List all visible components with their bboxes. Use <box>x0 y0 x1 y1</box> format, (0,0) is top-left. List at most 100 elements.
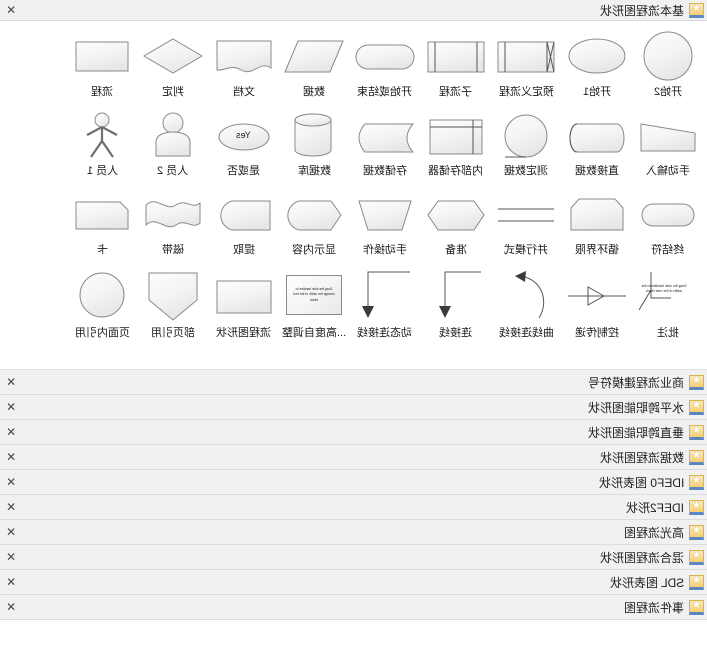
off-page-reference-shape[interactable] <box>140 264 206 326</box>
shape-item-extract[interactable]: 提取 <box>208 185 279 264</box>
shape-item-decision[interactable]: 判定 <box>138 27 209 106</box>
shape-item-preparation[interactable]: 准备 <box>420 185 491 264</box>
close-icon[interactable]: ✕ <box>6 374 16 390</box>
shape-item-auto-height-box[interactable]: Drag the side handles to change the widt… <box>279 264 350 347</box>
shape-item-terminator-rounded[interactable]: 终结符 <box>632 185 703 264</box>
close-icon[interactable]: ✕ <box>6 474 16 490</box>
manual-input-shape[interactable] <box>635 106 701 164</box>
stencil-list-item-idef0[interactable]: IDEF0 图表形状 ✕ <box>0 470 707 495</box>
process-rectangle-shape[interactable] <box>69 27 135 85</box>
on-page-reference-shape[interactable] <box>69 264 135 326</box>
shape-item-person2[interactable]: 人员 2 <box>138 106 209 185</box>
close-icon[interactable]: ✕ <box>6 2 16 18</box>
shape-label: 磁带 <box>161 244 184 256</box>
subprocess-shape[interactable] <box>423 27 489 85</box>
annotation-text: Drag the side handles to the width of th… <box>641 284 687 293</box>
predefined-process-shape[interactable] <box>493 27 559 85</box>
shape-item-curved-connector[interactable]: 曲线连接线 <box>491 264 562 347</box>
card-shape[interactable] <box>69 185 135 243</box>
shape-item-display[interactable]: 显示内容 <box>279 185 350 264</box>
shape-item-off-page-reference[interactable]: 部页引用 <box>138 264 209 347</box>
shape-item-magnetic-tape[interactable]: 磁带 <box>138 185 209 264</box>
stencil-list-item-sdl[interactable]: SDL 图表形状 ✕ <box>0 570 707 595</box>
close-icon[interactable]: ✕ <box>6 449 16 465</box>
stencil-list-item-dataflow[interactable]: 数据流程图形状 ✕ <box>0 445 707 470</box>
shape-item-flowchart-shape-box[interactable]: 流程图形状 <box>208 264 279 347</box>
internal-storage-shape[interactable] <box>423 106 489 164</box>
parallel-mode-shape[interactable] <box>493 185 559 243</box>
person-bust-shape[interactable] <box>140 106 206 164</box>
close-icon[interactable]: ✕ <box>6 574 16 590</box>
shape-item-data[interactable]: 数据 <box>279 27 350 106</box>
direct-data-shape[interactable] <box>564 106 630 164</box>
close-icon[interactable]: ✕ <box>6 599 16 615</box>
shape-item-manual-operation[interactable]: 手动操作 <box>350 185 421 264</box>
stencil-list-item-vertical-crossfunctional[interactable]: 垂直跨职能图形状 ✕ <box>0 420 707 445</box>
shape-item-on-page-reference[interactable]: 页面内引用 <box>67 264 138 347</box>
close-icon[interactable]: ✕ <box>6 399 16 415</box>
yes-no-ellipse-shape[interactable]: Yes <box>211 106 277 164</box>
preparation-hexagon-shape[interactable] <box>423 185 489 243</box>
shape-item-dynamic-connector[interactable]: 动态连接线 <box>350 264 421 347</box>
stencil-list-item-event-flowchart[interactable]: 事件流程图 ✕ <box>0 595 707 620</box>
terminator-rounded-shape[interactable] <box>635 185 701 243</box>
auto-height-box-shape[interactable]: Drag the side handles to change the widt… <box>281 264 347 326</box>
shape-item-sequential-data[interactable]: 测定数据 <box>491 106 562 185</box>
decision-diamond-shape[interactable] <box>140 27 206 85</box>
annotation-shape[interactable]: Drag the side handles to the width of th… <box>635 264 701 326</box>
shape-item-card[interactable]: 卡 <box>67 185 138 264</box>
data-parallelogram-shape[interactable] <box>281 27 347 85</box>
stencil-list-item-bpmn[interactable]: 商业流程建模符号 ✕ <box>0 370 707 395</box>
close-icon[interactable]: ✕ <box>6 524 16 540</box>
shape-item-start2[interactable]: 开始2 <box>632 27 703 106</box>
shape-item-stored-data[interactable]: 存储数据 <box>350 106 421 185</box>
star-icon <box>689 474 704 490</box>
extract-shape[interactable] <box>211 185 277 243</box>
shape-item-predefined-process[interactable]: 预定义流程 <box>491 27 562 106</box>
document-shape[interactable] <box>211 27 277 85</box>
curved-connector-shape[interactable] <box>493 264 559 326</box>
stencil-item-label: 高光流程图 <box>623 525 684 540</box>
display-shape[interactable] <box>281 185 347 243</box>
shape-item-person1[interactable]: 人员 1 <box>67 106 138 185</box>
database-cylinder-shape[interactable] <box>281 106 347 164</box>
shape-item-direct-data[interactable]: 直接数据 <box>562 106 633 185</box>
shape-item-control-transfer[interactable]: 控制传递 <box>562 264 633 347</box>
shape-item-loop-limit[interactable]: 循环界限 <box>562 185 633 264</box>
shape-item-internal-storage[interactable]: 内部存储器 <box>420 106 491 185</box>
shape-item-process[interactable]: 流程 <box>67 27 138 106</box>
shape-item-parallel-mode[interactable]: 并行模式 <box>491 185 562 264</box>
loop-limit-shape[interactable] <box>564 185 630 243</box>
stencil-header[interactable]: 基本流程图形状 ✕ <box>0 0 707 21</box>
shape-item-start1[interactable]: 开始1 <box>562 27 633 106</box>
close-icon[interactable]: ✕ <box>6 424 16 440</box>
circle-shape[interactable] <box>635 27 701 85</box>
shape-item-annotation[interactable]: Drag the side handles to the width of th… <box>632 264 703 347</box>
sequential-data-shape[interactable] <box>493 106 559 164</box>
shape-item-manual-input[interactable]: 手动输入 <box>632 106 703 185</box>
close-icon[interactable]: ✕ <box>6 499 16 515</box>
shape-label: 直接数据 <box>574 165 619 177</box>
stencil-list-item-idef2[interactable]: IDEF2形状 ✕ <box>0 495 707 520</box>
terminator-shape[interactable] <box>352 27 418 85</box>
stencil-list-item-mixed-flowchart[interactable]: 混合流程图形状 ✕ <box>0 545 707 570</box>
stored-data-shape[interactable] <box>352 106 418 164</box>
shape-item-yes-no[interactable]: Yes 是或否 <box>208 106 279 185</box>
manual-operation-shape[interactable] <box>352 185 418 243</box>
stencil-list-item-highlight-flowchart[interactable]: 高光流程图 ✕ <box>0 520 707 545</box>
stencil-list-item-horizontal-crossfunctional[interactable]: 水平跨职能图形状 ✕ <box>0 395 707 420</box>
shape-label: 文档 <box>232 86 255 98</box>
dynamic-connector-shape[interactable] <box>352 264 418 326</box>
close-icon[interactable]: ✕ <box>6 549 16 565</box>
shape-item-subprocess[interactable]: 子流程 <box>420 27 491 106</box>
shape-item-database[interactable]: 数据库 <box>279 106 350 185</box>
shape-item-connector[interactable]: 连接线 <box>420 264 491 347</box>
shape-item-terminator[interactable]: 开始或结束 <box>350 27 421 106</box>
shape-item-document[interactable]: 文档 <box>208 27 279 106</box>
ellipse-shape[interactable] <box>564 27 630 85</box>
person-stick-shape[interactable] <box>69 106 135 164</box>
connector-shape[interactable] <box>423 264 489 326</box>
flowchart-shape-box[interactable] <box>211 264 277 326</box>
magnetic-tape-shape[interactable] <box>140 185 206 243</box>
control-transfer-shape[interactable] <box>564 264 630 326</box>
